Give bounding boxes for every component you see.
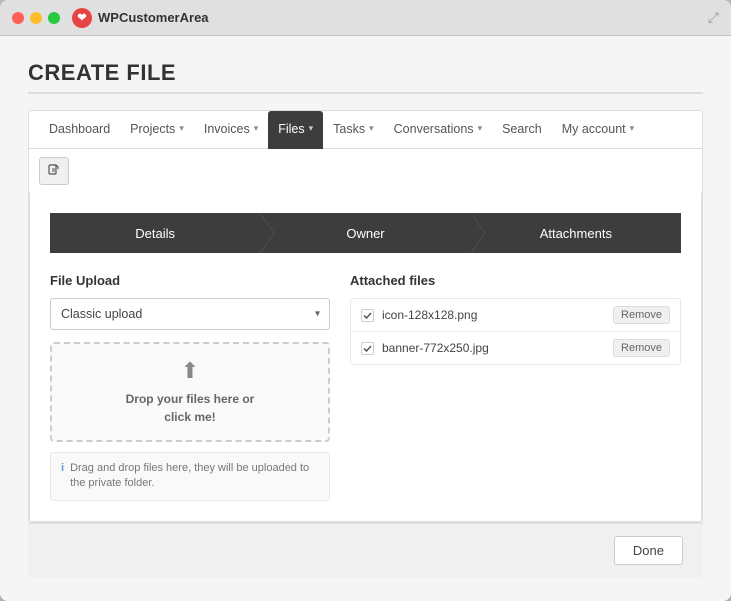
upload-section-title: File Upload <box>50 273 330 288</box>
step-attachments-label: Attachments <box>540 226 612 241</box>
new-file-button[interactable] <box>39 157 69 185</box>
step-owner[interactable]: Owner <box>260 213 470 253</box>
col-upload: File Upload Classic upload ▾ ⬆ Drop your… <box>50 273 330 501</box>
nav-item-dashboard[interactable]: Dashboard <box>39 111 120 149</box>
attached-files-title: Attached files <box>350 273 681 288</box>
nav-item-conversations[interactable]: Conversations ▾ <box>384 111 492 149</box>
file-name-2: banner-772x250.jpg <box>382 341 605 355</box>
table-row: icon-128x128.png Remove <box>351 299 680 332</box>
page-content: CREATE FILE Dashboard Projects ▾ Invoice… <box>0 36 731 601</box>
step-owner-label: Owner <box>346 226 384 241</box>
file-add-icon <box>47 164 61 178</box>
checkbox-check-icon <box>363 312 372 319</box>
brand-logo: ❤ <box>72 8 92 28</box>
step-attachments[interactable]: Attachments <box>471 213 681 253</box>
nav-item-invoices[interactable]: Invoices ▾ <box>194 111 268 149</box>
drop-zone[interactable]: ⬆ Drop your files here orclick me! <box>50 342 330 442</box>
title-divider <box>28 92 703 94</box>
file-checkbox-1[interactable] <box>361 309 374 322</box>
upload-type-wrapper: Classic upload ▾ <box>50 298 330 330</box>
col-attached-files: Attached files icon-128x128.png Remove <box>350 273 681 501</box>
file-checkbox-2[interactable] <box>361 342 374 355</box>
minimize-button[interactable] <box>30 12 42 24</box>
file-remove-button-2[interactable]: Remove <box>613 339 670 357</box>
nav-bar: Dashboard Projects ▾ Invoices ▾ Files ▾ … <box>29 111 702 149</box>
done-button[interactable]: Done <box>614 536 683 565</box>
nav-toolbar <box>29 149 702 193</box>
nav-label-files: Files <box>278 122 304 136</box>
maximize-button[interactable] <box>48 12 60 24</box>
step-details-label: Details <box>135 226 175 241</box>
checkbox-check-icon <box>363 345 372 352</box>
titlebar: ❤ WPCustomerArea ⤢ <box>0 0 731 36</box>
drop-text: Drop your files here orclick me! <box>126 390 255 426</box>
nav-label-conversations: Conversations <box>394 122 474 136</box>
footer: Done <box>28 523 703 577</box>
expand-icon[interactable]: ⤢ <box>708 9 719 26</box>
nav-label-projects: Projects <box>130 122 175 136</box>
drop-hint: i Drag and drop files here, they will be… <box>50 452 330 501</box>
nav-label-tasks: Tasks <box>333 122 365 136</box>
close-button[interactable] <box>12 12 24 24</box>
step-details[interactable]: Details <box>50 213 260 253</box>
nav-item-files[interactable]: Files ▾ <box>268 111 323 149</box>
nav-label-myaccount: My account <box>562 122 626 136</box>
table-row: banner-772x250.jpg Remove <box>351 332 680 364</box>
window: ❤ WPCustomerArea ⤢ CREATE FILE Dashboard… <box>0 0 731 601</box>
chevron-down-icon: ▾ <box>630 123 635 134</box>
upload-icon: ⬆ <box>181 358 199 384</box>
brand-name: WPCustomerArea <box>98 10 209 25</box>
chevron-down-icon: ▾ <box>179 123 184 134</box>
file-name-1: icon-128x128.png <box>382 308 605 322</box>
nav-label-dashboard: Dashboard <box>49 122 110 136</box>
nav-container: Dashboard Projects ▾ Invoices ▾ Files ▾ … <box>28 110 703 523</box>
file-list: icon-128x128.png Remove banner-772x250.j… <box>350 298 681 365</box>
chevron-down-icon: ▾ <box>369 123 374 134</box>
chevron-down-icon: ▾ <box>478 123 483 134</box>
window-controls <box>12 12 60 24</box>
chevron-down-icon: ▾ <box>309 123 314 134</box>
file-remove-button-1[interactable]: Remove <box>613 306 670 324</box>
chevron-down-icon: ▾ <box>254 123 259 134</box>
nav-label-invoices: Invoices <box>204 122 250 136</box>
info-icon: i <box>61 461 64 492</box>
hint-text: Drag and drop files here, they will be u… <box>70 461 319 492</box>
steps-bar: Details Owner Attachments <box>50 213 681 253</box>
nav-item-tasks[interactable]: Tasks ▾ <box>323 111 383 149</box>
upload-type-select[interactable]: Classic upload <box>50 298 330 330</box>
nav-item-search[interactable]: Search <box>492 111 552 149</box>
two-col-layout: File Upload Classic upload ▾ ⬆ Drop your… <box>50 273 681 501</box>
nav-item-myaccount[interactable]: My account ▾ <box>552 111 644 149</box>
nav-label-search: Search <box>502 122 542 136</box>
main-content: Details Owner Attachments File Upload <box>29 193 702 522</box>
nav-item-projects[interactable]: Projects ▾ <box>120 111 194 149</box>
brand: ❤ WPCustomerArea <box>72 8 209 28</box>
page-title: CREATE FILE <box>28 60 703 86</box>
